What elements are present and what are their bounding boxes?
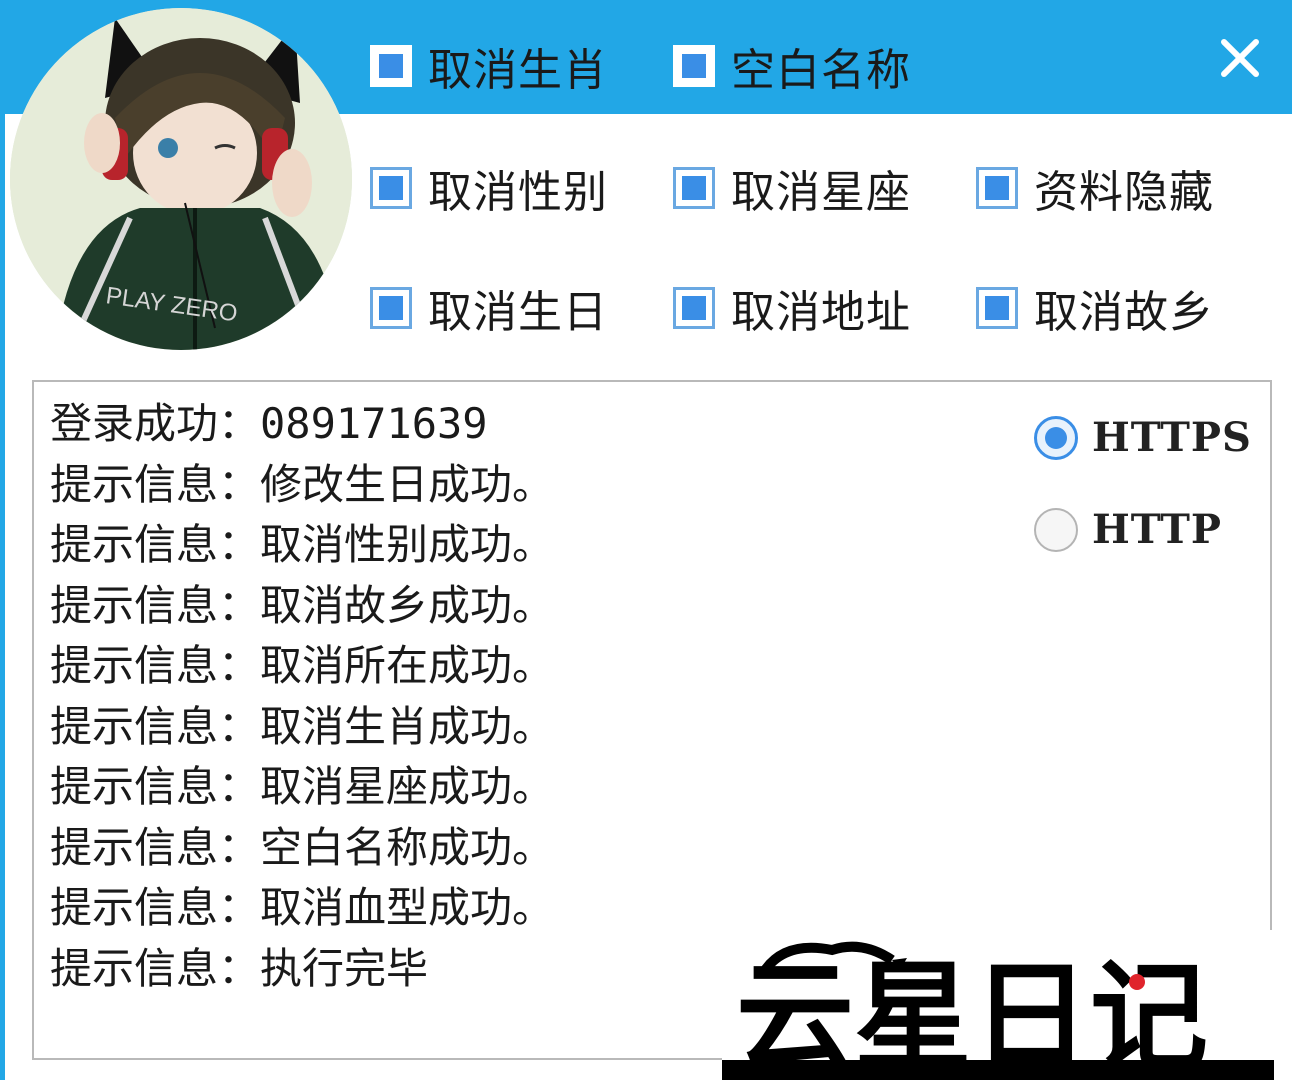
watermark-logo-graphic: 云星日记 [722, 930, 1274, 1080]
checkbox-checked-icon [976, 287, 1018, 329]
log-line: 提示信息：修改生日成功。 [50, 459, 555, 509]
checkbox-label: 取消星座 [731, 167, 911, 218]
checkbox-label: 取消性别 [428, 167, 608, 218]
checkbox-label: 空白名称 [731, 45, 911, 96]
checkbox-checked-icon [673, 45, 715, 87]
radio-icon [1034, 507, 1078, 552]
checkbox-checked-icon [370, 287, 412, 329]
log-line: 提示信息：取消所在成功。 [50, 641, 555, 690]
checkbox-label: 取消故乡 [1034, 287, 1214, 338]
log-list: 登录成功：089171639 提示信息：修改生日成功。 提示信息：取消性别成功。… [50, 394, 950, 999]
log-line: 提示信息：取消故乡成功。 [50, 580, 555, 630]
checkbox-blank-name[interactable]: 空白名称 [673, 36, 911, 96]
log-line: 提示信息：取消星座成功。 [50, 762, 555, 811]
user-avatar: PLAY ZERO [10, 8, 352, 350]
radio-label: HTTP [1092, 506, 1222, 553]
window-left-border [0, 114, 5, 1080]
checkbox-label: 取消地址 [731, 287, 911, 338]
bottom-bar [722, 1060, 1274, 1080]
checkbox-cancel-zodiac[interactable]: 取消生肖 [370, 36, 608, 96]
log-line: 提示信息：取消生肖成功。 [50, 701, 555, 751]
radio-label: HTTPS [1092, 414, 1252, 461]
checkbox-hide-profile[interactable]: 资料隐藏 [976, 158, 1214, 218]
radio-https[interactable]: HTTPS [1034, 414, 1252, 461]
avatar-illustration: PLAY ZERO [10, 8, 352, 350]
checkbox-checked-icon [976, 167, 1018, 209]
radio-http[interactable]: HTTP [1034, 506, 1222, 553]
checkbox-cancel-address[interactable]: 取消地址 [673, 278, 911, 338]
log-line: 提示信息：空白名称成功。 [50, 822, 555, 872]
checkbox-label: 资料隐藏 [1034, 167, 1214, 218]
checkbox-label: 取消生肖 [428, 45, 608, 96]
log-line: 登录成功：089171639 [50, 399, 488, 448]
checkbox-cancel-birthday[interactable]: 取消生日 [370, 278, 608, 338]
checkbox-label: 取消生日 [428, 287, 608, 338]
checkbox-checked-icon [673, 167, 715, 209]
close-button[interactable] [1208, 26, 1272, 90]
checkbox-checked-icon [673, 287, 715, 329]
watermark-logo: 云星日记 [722, 930, 1274, 1080]
close-icon [1221, 39, 1259, 77]
radio-selected-icon [1034, 415, 1078, 460]
checkbox-cancel-constellation[interactable]: 取消星座 [673, 158, 911, 218]
log-line: 提示信息：取消性别成功。 [50, 520, 555, 569]
checkbox-checked-icon [370, 45, 412, 87]
checkbox-checked-icon [370, 167, 412, 209]
checkbox-cancel-hometown[interactable]: 取消故乡 [976, 278, 1214, 338]
checkbox-cancel-gender[interactable]: 取消性别 [370, 158, 608, 218]
